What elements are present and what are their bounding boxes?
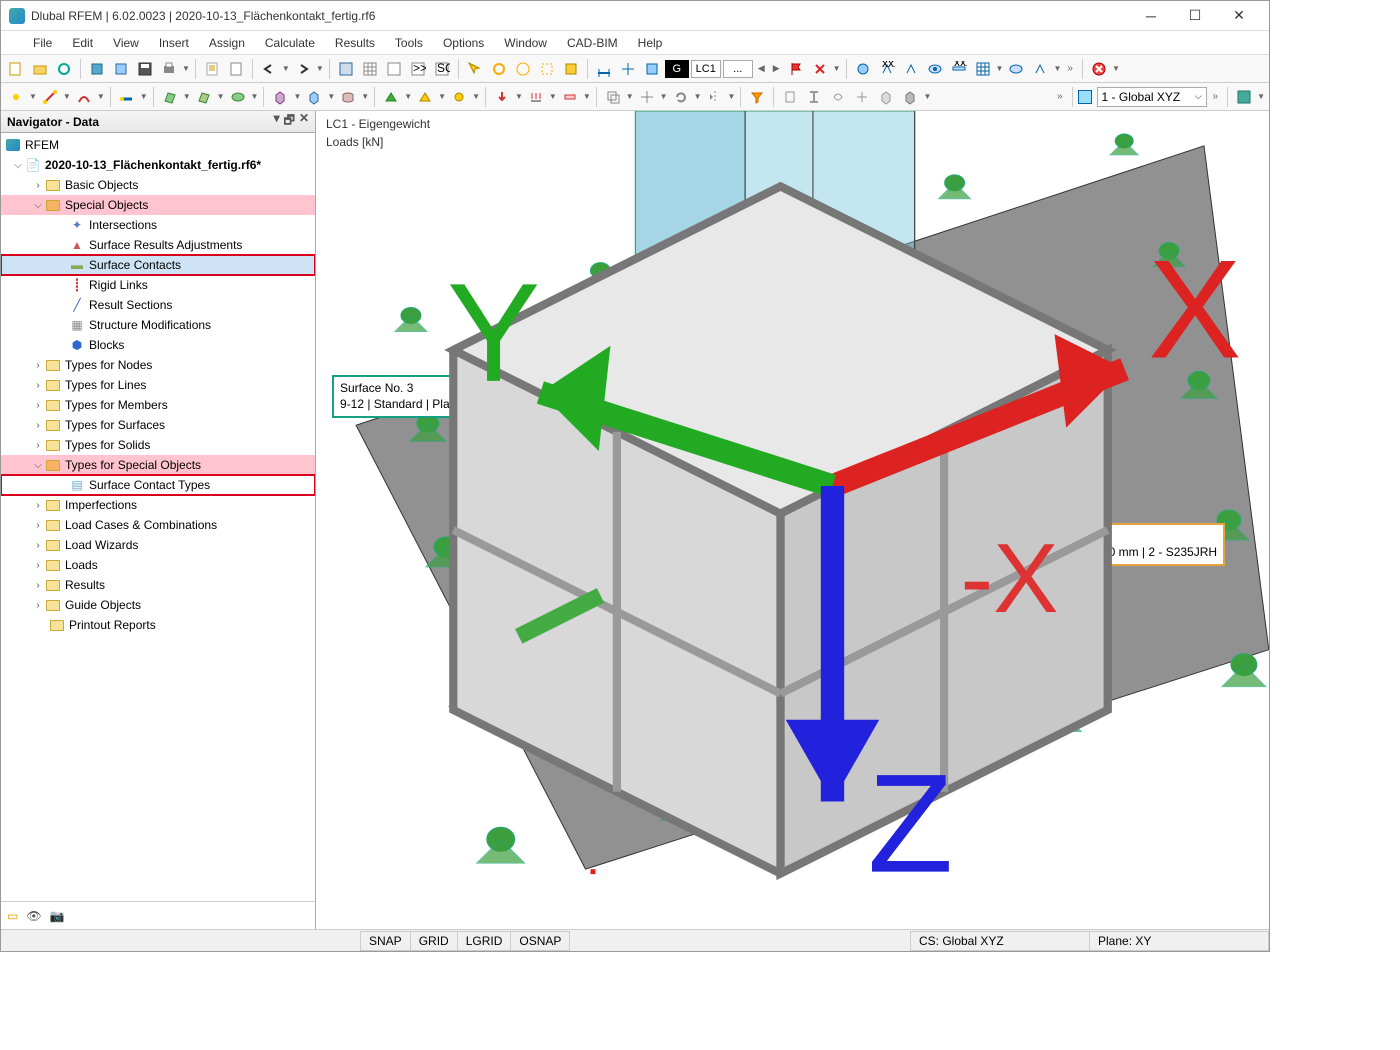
menu-file[interactable]: File: [23, 33, 62, 53]
lc-prev-icon[interactable]: ◀: [755, 63, 768, 74]
save-icon[interactable]: [134, 58, 156, 80]
tree-file[interactable]: ⌵📄2020-10-13_Flächenkontakt_fertig.rf6*: [1, 155, 315, 175]
menu-bar: File Edit View Insert Assign Calculate R…: [1, 31, 1269, 55]
tree-guide-objects[interactable]: ›Guide Objects: [1, 595, 315, 615]
svg-text:SC: SC: [437, 61, 450, 75]
print-icon[interactable]: [158, 58, 180, 80]
tree-basic-objects[interactable]: ›Basic Objects: [1, 175, 315, 195]
surf2-icon[interactable]: [193, 86, 215, 108]
maximize-button[interactable]: ☐: [1173, 2, 1217, 30]
loadcase-selector[interactable]: G LC1 ... ◀ ▶: [665, 60, 783, 78]
new-icon[interactable]: [5, 58, 27, 80]
menu-window[interactable]: Window: [494, 33, 557, 53]
tree-rigid-links[interactable]: ┋Rigid Links: [1, 275, 315, 295]
tree-printout-reports[interactable]: Printout Reports: [1, 615, 315, 635]
tree-types-members[interactable]: ›Types for Members: [1, 395, 315, 415]
menu-icon: [5, 36, 19, 50]
menu-options[interactable]: Options: [433, 33, 494, 53]
menu-results[interactable]: Results: [325, 33, 385, 53]
window-title: Dlubal RFEM | 6.02.0023 | 2020-10-13_Flä…: [31, 9, 1129, 23]
navigator-panel: Navigator - Data ▾ 🗗 ✕ RFEM ⌵📄2020-10-13…: [1, 111, 316, 929]
menu-tools[interactable]: Tools: [385, 33, 433, 53]
minimize-button[interactable]: ─: [1129, 2, 1173, 30]
svg-text:xxx: xxx: [954, 61, 967, 69]
navigator-title: Navigator - Data: [7, 115, 99, 129]
navigator-footer: ▭ 👁 📷: [1, 901, 315, 929]
tree-types-special-objects[interactable]: ⌵Types for Special Objects: [1, 455, 315, 475]
nav-pin-icon[interactable]: ▾: [274, 111, 280, 132]
menu-view[interactable]: View: [103, 33, 149, 53]
undo-icon[interactable]: [258, 58, 280, 80]
tree-results[interactable]: ›Results: [1, 575, 315, 595]
app-icon: [9, 8, 25, 24]
tree-intersections[interactable]: ✦Intersections: [1, 215, 315, 235]
surf1-icon[interactable]: [159, 86, 181, 108]
tree-surface-contact-types[interactable]: ▤Surface Contact Types: [1, 475, 315, 495]
solid1-icon[interactable]: [269, 86, 291, 108]
report-icon[interactable]: [201, 58, 223, 80]
window-buttons: ─ ☐ ✕: [1129, 2, 1261, 30]
tree-types-nodes[interactable]: ›Types for Nodes: [1, 355, 315, 375]
open-icon[interactable]: [29, 58, 51, 80]
tree-types-surfaces[interactable]: ›Types for Surfaces: [1, 415, 315, 435]
tree-load-wizards[interactable]: ›Load Wizards: [1, 535, 315, 555]
lc-more[interactable]: ...: [723, 60, 753, 78]
menu-edit[interactable]: Edit: [62, 33, 103, 53]
tree-special-objects[interactable]: ⌵Special Objects: [1, 195, 315, 215]
table1-icon[interactable]: [335, 58, 357, 80]
tree-types-solids[interactable]: ›Types for Solids: [1, 435, 315, 455]
node-icon[interactable]: [5, 86, 27, 108]
line-icon[interactable]: [39, 86, 61, 108]
menu-insert[interactable]: Insert: [149, 33, 199, 53]
svg-text:xxx: xxx: [882, 61, 895, 70]
tree-imperfections[interactable]: ›Imperfections: [1, 495, 315, 515]
lc-group: G: [665, 60, 689, 78]
arc-icon[interactable]: [73, 86, 95, 108]
tree-result-sections[interactable]: ╱Result Sections: [1, 295, 315, 315]
tree-root[interactable]: RFEM: [1, 135, 315, 155]
menu-assign[interactable]: Assign: [199, 33, 255, 53]
navigator-tree[interactable]: RFEM ⌵📄2020-10-13_Flächenkontakt_fertig.…: [1, 133, 315, 901]
nav-tab3-icon[interactable]: 📷: [50, 909, 65, 923]
nav-tab1-icon[interactable]: ▭: [7, 909, 18, 923]
refresh-icon[interactable]: [53, 58, 75, 80]
viewport-3d[interactable]: LC1 - Eigengewicht Loads [kN] Surface No…: [316, 111, 1269, 929]
tree-loads[interactable]: ›Loads: [1, 555, 315, 575]
svg-text:X: X: [1148, 230, 1242, 387]
tree-types-lines[interactable]: ›Types for Lines: [1, 375, 315, 395]
menu-calculate[interactable]: Calculate: [255, 33, 325, 53]
svg-text:>>: >>: [413, 61, 426, 75]
tree-surface-results-adj[interactable]: ▲Surface Results Adjustments: [1, 235, 315, 255]
close-button[interactable]: ✕: [1217, 2, 1261, 30]
toolbar-more-icon[interactable]: »: [1063, 63, 1077, 74]
surf3-icon[interactable]: [227, 86, 249, 108]
tree-blocks[interactable]: ⬢Blocks: [1, 335, 315, 355]
axis-gizmo[interactable]: X Y Z: [356, 77, 1309, 895]
svg-text:Z: Z: [868, 745, 954, 895]
cube-icon[interactable]: [110, 58, 132, 80]
member-icon[interactable]: [116, 86, 138, 108]
content-area: Navigator - Data ▾ 🗗 ✕ RFEM ⌵📄2020-10-13…: [1, 111, 1269, 929]
navigator-header: Navigator - Data ▾ 🗗 ✕: [1, 111, 315, 133]
lc-name: LC1: [691, 60, 721, 78]
menu-help[interactable]: Help: [628, 33, 673, 53]
lc-next-icon[interactable]: ▶: [770, 63, 783, 74]
redo-icon[interactable]: [292, 58, 314, 80]
tree-structure-mods[interactable]: ▦Structure Modifications: [1, 315, 315, 335]
tree-surface-contacts[interactable]: ▬Surface Contacts: [1, 255, 315, 275]
title-bar: Dlubal RFEM | 6.02.0023 | 2020-10-13_Flä…: [1, 1, 1269, 31]
page-icon[interactable]: [225, 58, 247, 80]
svg-text:Y: Y: [447, 254, 541, 411]
solid2-icon[interactable]: [303, 86, 325, 108]
block-icon[interactable]: [86, 58, 108, 80]
menu-cadbim[interactable]: CAD-BIM: [557, 33, 628, 53]
nav-pop-icon[interactable]: 🗗: [284, 111, 295, 132]
tree-loadcases[interactable]: ›Load Cases & Combinations: [1, 515, 315, 535]
nav-tab2-icon[interactable]: 👁: [26, 909, 41, 923]
